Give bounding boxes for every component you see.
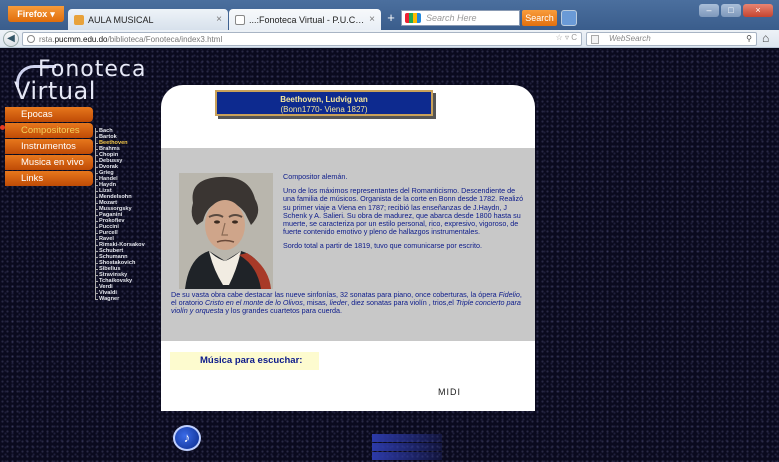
content-panel: Beethoven, Ludvig van (Bonn1770- Viena 1…: [161, 85, 535, 411]
firefox-menu-label: Firefox: [17, 9, 48, 19]
main-menu: Epocas Compositores Instrumentos Musica …: [5, 107, 93, 187]
works-part-e: y los grandes cuartetos para cuerda.: [225, 306, 343, 316]
browser-tab-bar: Firefox ▾ AULA MUSICAL × ...:Fonoteca Vi…: [0, 0, 779, 30]
works-part-d: , diez sonatas para violín , trios,el: [347, 298, 454, 308]
new-tab-button[interactable]: +: [384, 11, 398, 25]
composer-title-box: Beethoven, Ludvig van (Bonn1770- Viena 1…: [215, 90, 433, 116]
tab-close-icon[interactable]: ×: [369, 14, 375, 25]
composer-name: Beethoven, Ludvig van: [280, 95, 368, 104]
dropdown-arrow-icon: ▾: [50, 8, 55, 19]
url-prefix: rsta.: [39, 34, 55, 44]
composer-list: Bach Bartok Beethoven Brahms Chopin Debussy Dv…: [95, 128, 155, 302]
bookmark-star-icon[interactable]: ☆ ▿ C: [556, 33, 577, 42]
bio-paragraph-3: Sordo total a partir de 1819, tuvo que c…: [283, 241, 482, 251]
menu-item-links[interactable]: Links: [5, 171, 93, 186]
menu-item-instrumentos[interactable]: Instrumentos: [5, 139, 93, 154]
bottom-links: [372, 434, 442, 461]
web-search-engine-icon: [591, 35, 599, 44]
web-search-input[interactable]: WebSearch ⚲: [586, 32, 757, 46]
menu-item-musica-en-vivo[interactable]: Musica en vivo: [5, 155, 93, 170]
bottom-link-3[interactable]: [372, 452, 442, 460]
site-identity-icon[interactable]: [27, 35, 35, 43]
tab-close-icon[interactable]: ×: [216, 14, 222, 25]
url-host: pucmm.edu.do: [54, 34, 108, 44]
listen-heading: Música para escuchar:: [170, 352, 319, 370]
music-favicon-icon: [74, 14, 84, 25]
tab-label: AULA MUSICAL: [88, 14, 154, 25]
fonoteca-logo[interactable]: Fonoteca Virtual: [6, 53, 156, 109]
bio-paragraph-1: Compositor alemán.: [283, 172, 348, 181]
music-note-icon[interactable]: ♪: [173, 425, 201, 451]
browser-nav-bar: ◀ rsta. pucmm.edu.do/biblioteca/Fonoteca/…: [0, 30, 779, 48]
bottom-link-2[interactable]: [372, 443, 442, 451]
minimize-icon[interactable]: –: [699, 4, 719, 17]
midi-label: MIDI: [438, 387, 461, 397]
window-controls: – □ ×: [699, 4, 773, 17]
menu-item-epocas[interactable]: Epocas: [5, 107, 93, 122]
search-placeholder: Search Here: [426, 13, 477, 23]
works-text: De su vasta obra cabe destacar las nueve…: [171, 290, 526, 316]
toolbar-search-input[interactable]: Search Here: [401, 10, 520, 26]
home-icon[interactable]: ⌂: [762, 31, 769, 45]
composer-link-wagner[interactable]: Wagner: [95, 296, 155, 302]
logo-line-2: Virtual: [14, 77, 96, 105]
web-search-placeholder: WebSearch: [609, 34, 651, 43]
toolbar-search-button[interactable]: Search: [522, 10, 557, 26]
biography-panel: Compositor alemán. Uno de los máximos re…: [161, 148, 535, 341]
firefox-menu-button[interactable]: Firefox ▾: [8, 6, 64, 22]
close-window-icon[interactable]: ×: [743, 4, 773, 17]
tab-aula-musical[interactable]: AULA MUSICAL ×: [68, 9, 228, 30]
url-path: /biblioteca/Fonoteca/index3.html: [107, 34, 223, 44]
web-page: Fonoteca Virtual Epocas Compositores Ins…: [0, 49, 779, 462]
bio-paragraph-2: Uno de los máximos representantes del Ro…: [283, 186, 524, 237]
magnifier-icon[interactable]: ⚲: [746, 33, 752, 45]
biography-text: Compositor alemán. Uno de los máximos re…: [283, 172, 528, 257]
beethoven-portrait: [179, 173, 273, 289]
search-engine-icon: [405, 13, 421, 23]
composer-dates: (Bonn1770- Viena 1827): [280, 105, 368, 114]
tab-label: ...:Fonoteca Virtual - P.U.C.M.M.:...: [249, 14, 366, 25]
back-arrow-icon[interactable]: ◀: [3, 31, 19, 47]
toolbar-addon-icon[interactable]: [561, 10, 577, 26]
menu-item-compositores[interactable]: Compositores: [5, 123, 93, 138]
tab-fonoteca[interactable]: ...:Fonoteca Virtual - P.U.C.M.M.:... ×: [229, 9, 381, 30]
maximize-icon[interactable]: □: [721, 4, 741, 17]
bottom-link-1[interactable]: [372, 434, 442, 442]
active-menu-bullet-icon: [0, 125, 5, 130]
page-favicon-icon: [235, 14, 245, 25]
address-bar[interactable]: rsta. pucmm.edu.do/biblioteca/Fonoteca/in…: [22, 32, 582, 46]
